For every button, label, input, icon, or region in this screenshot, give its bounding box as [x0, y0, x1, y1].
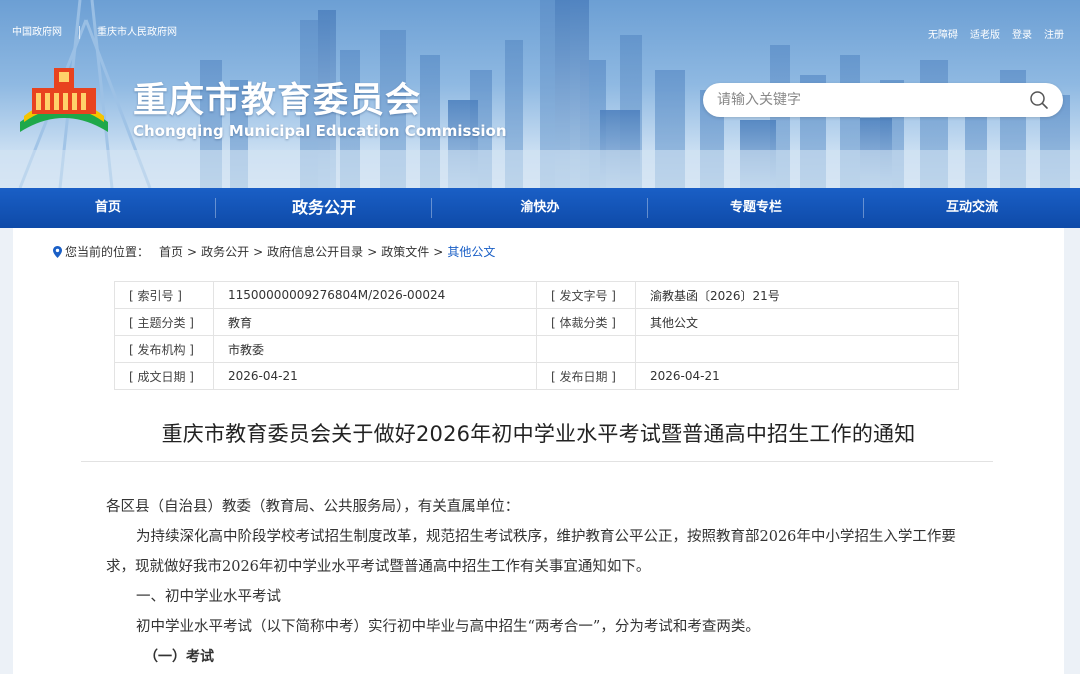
main-nav: 首页 政务公开 渝快办 专题专栏 互动交流 — [0, 188, 1080, 228]
doc-no-value: 渝教基函〔2026〕21号 — [635, 281, 959, 309]
paragraph: 初中学业水平考试（以下简称中考）实行初中毕业与高中招生“两考合一”，分为考试和考… — [136, 619, 760, 635]
link-login[interactable]: 登录 — [1012, 26, 1032, 41]
breadcrumb-policy-documents[interactable]: 政策文件 — [381, 243, 429, 260]
issuer-value: 市教委 — [213, 335, 537, 363]
search-icon[interactable] — [1029, 90, 1049, 110]
section-heading: 一、初中学业水平考试 — [136, 589, 281, 605]
document-title: 重庆市教育委员会关于做好2026年初中学业水平考试暨普通高中招生工作的通知 — [161, 422, 916, 446]
table-row: [ 主题分类 ] 教育 [ 体裁分类 ] 其他公文 — [114, 308, 959, 336]
breadcrumb-label: 您当前的位置： — [65, 245, 150, 259]
link-elderly-mode[interactable]: 适老版 — [970, 26, 1000, 41]
breadcrumb-separator: > — [433, 244, 444, 259]
index-no-value: 11500000009276804M/2026-00024 — [213, 281, 537, 309]
document-metadata-table: [ 索引号 ] 11500000009276804M/2026-00024 [ … — [114, 281, 959, 390]
table-row: [ 索引号 ] 11500000009276804M/2026-00024 [ … — [114, 281, 959, 309]
commission-logo[interactable] — [14, 60, 114, 140]
empty-cell — [536, 335, 636, 363]
breadcrumb-disclosure-catalog[interactable]: 政府信息公开目录 — [267, 243, 363, 260]
table-row: [ 成文日期 ] 2026-04-21 [ 发布日期 ] 2026-04-21 — [114, 362, 959, 390]
breadcrumb: 您当前的位置： 首页 > 政务公开 > 政府信息公开目录 > 政策文件 > 其他… — [53, 243, 495, 260]
table-row: [ 发布机构 ] 市教委 — [114, 335, 959, 363]
search-box — [703, 83, 1063, 117]
doc-no-label: [ 发文字号 ] — [536, 281, 636, 309]
title-divider — [81, 461, 993, 462]
breadcrumb-separator: > — [187, 244, 198, 259]
nav-interaction[interactable]: 互动交流 — [864, 188, 1080, 228]
breadcrumb-separator: > — [253, 244, 264, 259]
content-panel: 您当前的位置： 首页 > 政务公开 > 政府信息公开目录 > 政策文件 > 其他… — [13, 228, 1064, 674]
top-links-right: 无障碍 适老版 登录 注册 — [928, 26, 1064, 41]
nav-government-affairs[interactable]: 政务公开 — [216, 188, 432, 228]
published-date-label: [ 发布日期 ] — [536, 362, 636, 390]
link-accessibility[interactable]: 无障碍 — [928, 26, 958, 41]
subsection-heading: （一）考试 — [144, 649, 214, 665]
empty-cell — [635, 335, 959, 363]
link-cq-gov[interactable]: 重庆市人民政府网 — [97, 26, 194, 39]
nav-home[interactable]: 首页 — [0, 188, 216, 228]
breadcrumb-current[interactable]: 其他公文 — [447, 243, 495, 260]
topic-value: 教育 — [213, 308, 537, 336]
site-title: 重庆市教育委员会 — [133, 81, 422, 121]
genre-value: 其他公文 — [635, 308, 959, 336]
breadcrumb-separator: > — [367, 244, 378, 259]
search-input[interactable] — [717, 90, 1017, 110]
document-body: 各区县（自治县）教委（教育局、公共服务局），有关直属单位： 为持续深化高中阶段学… — [106, 492, 966, 672]
published-date-value: 2026-04-21 — [635, 362, 959, 390]
site-subtitle: Chongqing Municipal Education Commission — [133, 122, 507, 140]
index-no-label: [ 索引号 ] — [114, 281, 214, 309]
breadcrumb-government-affairs[interactable]: 政务公开 — [201, 243, 249, 260]
nav-special-topics[interactable]: 专题专栏 — [648, 188, 864, 228]
created-date-value: 2026-04-21 — [213, 362, 537, 390]
top-links-left: 中国政府网 重庆市人民政府网 — [12, 26, 211, 39]
link-register[interactable]: 注册 — [1044, 26, 1064, 41]
genre-label: [ 体裁分类 ] — [536, 308, 636, 336]
issuer-label: [ 发布机构 ] — [114, 335, 214, 363]
paragraph: 为持续深化高中阶段学校考试招生制度改革，规范招生考试秩序，维护教育公平公正，按照… — [106, 529, 956, 575]
topic-label: [ 主题分类 ] — [114, 308, 214, 336]
site-header: 中国政府网 重庆市人民政府网 无障碍 适老版 登录 注册 重庆市教育委员会 Ch… — [0, 0, 1080, 188]
breadcrumb-home[interactable]: 首页 — [159, 243, 183, 260]
location-pin-icon — [53, 245, 62, 258]
link-gov-cn[interactable]: 中国政府网 — [12, 26, 80, 39]
salutation: 各区县（自治县）教委（教育局、公共服务局），有关直属单位： — [106, 499, 520, 515]
nav-yukuaiban[interactable]: 渝快办 — [432, 188, 648, 228]
created-date-label: [ 成文日期 ] — [114, 362, 214, 390]
